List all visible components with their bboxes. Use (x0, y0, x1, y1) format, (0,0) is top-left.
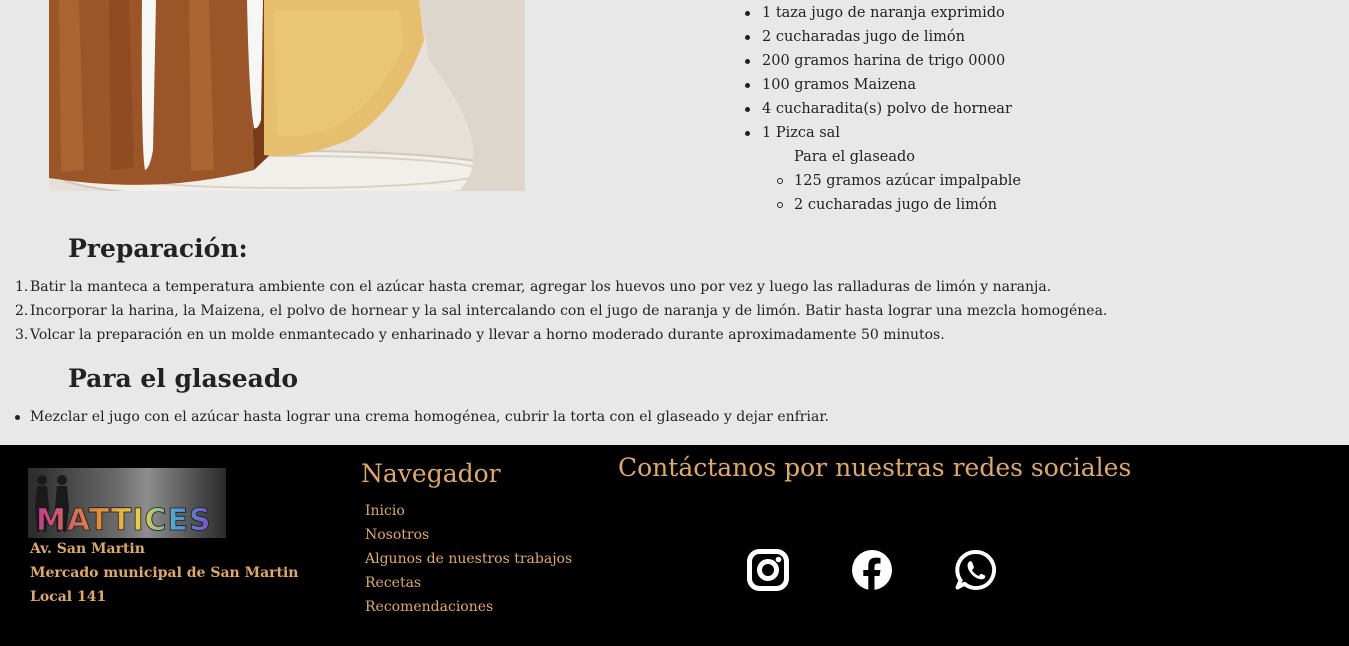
nav-link-recomendaciones[interactable]: Recomendaciones (365, 599, 493, 615)
address-line: Mercado municipal de San Martin (30, 565, 299, 581)
whatsapp-icon[interactable] (955, 549, 997, 591)
preparation-step: 3. Volcar la preparación en un molde enma… (0, 323, 1107, 347)
step-text: Incorporar la harina, la Maizena, el pol… (30, 303, 1108, 319)
nav-link-recetas[interactable]: Recetas (365, 575, 421, 591)
ingredient-item: 1 taza jugo de naranja exprimido (745, 1, 1012, 25)
step-number: 1. (15, 279, 29, 295)
address-block: Av. San Martin Mercado municipal de San … (30, 537, 298, 609)
step-number: 3. (15, 327, 29, 343)
footer-nav-title: Navegador (361, 459, 501, 488)
nav-link-trabajos[interactable]: Algunos de nuestros trabajos (365, 551, 572, 567)
ingredient-item: 4 cucharadita(s) polvo de hornear (745, 97, 1012, 121)
footer-nav-item: Inicio (365, 499, 572, 523)
nav-link-inicio[interactable]: Inicio (365, 503, 405, 519)
ingredient-item: 200 gramos harina de trigo 0000 (745, 49, 1012, 73)
logo-text: MATTICES (36, 503, 212, 538)
step-number: 2. (15, 303, 29, 319)
glaze-step: Mezclar el jugo con el azúcar hasta logr… (0, 405, 829, 429)
preparation-steps: 1. Batir la manteca a temperatura ambient… (0, 275, 1107, 347)
nav-link-nosotros[interactable]: Nosotros (365, 527, 429, 543)
address-line: Av. San Martin (30, 541, 145, 557)
site-footer: MATTICES Av. San Martin Mercado municipa… (0, 445, 1349, 646)
glaze-ingredient-item: 2 cucharadas jugo de limón (777, 193, 1021, 217)
facebook-icon[interactable] (851, 549, 893, 591)
footer-nav-item: Algunos de nuestros trabajos (365, 547, 572, 571)
ingredient-item: 2 cucharadas jugo de limón (745, 25, 1012, 49)
ingredients-list: 1 taza jugo de naranja exprimido 2 cucha… (745, 1, 1012, 145)
ingredient-item: 100 gramos Maizena (745, 73, 1012, 97)
preparation-heading: Preparación: (68, 234, 248, 263)
footer-nav-item: Recomendaciones (365, 595, 572, 619)
footer-nav-item: Recetas (365, 571, 572, 595)
cake-image (49, 0, 525, 191)
step-text: Volcar la preparación en un molde enmant… (30, 327, 945, 343)
glaze-ingredients-list: 125 gramos azúcar impalpable 2 cucharada… (777, 169, 1021, 217)
step-text: Batir la manteca a temperatura ambiente … (30, 279, 1052, 295)
address-line: Local 141 (30, 589, 107, 605)
footer-nav-item: Nosotros (365, 523, 572, 547)
glaze-ingredient-item: 125 gramos azúcar impalpable (777, 169, 1021, 193)
footer-nav: Inicio Nosotros Algunos de nuestros trab… (365, 499, 572, 619)
logo[interactable]: MATTICES (28, 468, 226, 538)
glaze-heading: Para el glaseado (68, 364, 299, 393)
glaze-steps: Mezclar el jugo con el azúcar hasta logr… (0, 405, 829, 429)
ingredient-item: 1 Pizca sal (745, 121, 1012, 145)
preparation-step: 2. Incorporar la harina, la Maizena, el p… (0, 299, 1107, 323)
glaze-ingredients-title: Para el glaseado (794, 149, 916, 165)
preparation-step: 1. Batir la manteca a temperatura ambient… (0, 275, 1107, 299)
instagram-icon[interactable] (747, 549, 789, 591)
social-title: Contáctanos por nuestras redes sociales (618, 453, 1132, 482)
